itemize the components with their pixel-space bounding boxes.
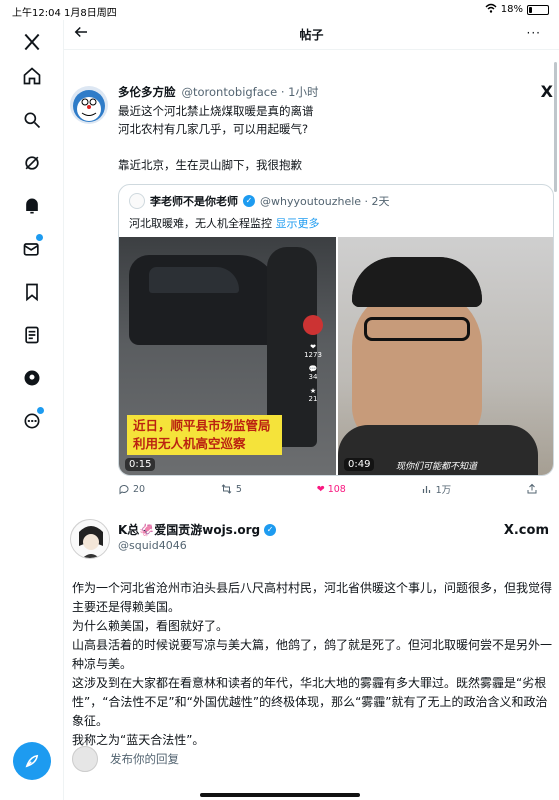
- tweet-line: 最近这个河北禁止烧煤取暖是真的离谱: [118, 104, 314, 118]
- share-icon: [527, 483, 537, 494]
- quote-header: 李老师不是你老师 ✓ @whyyoutouzhele · 2天: [129, 193, 390, 209]
- scrollbar[interactable]: [554, 62, 557, 192]
- fav-count: 21: [308, 395, 318, 403]
- avatar[interactable]: [70, 86, 108, 124]
- compose-button[interactable]: [13, 742, 51, 780]
- source-label: X.com: [503, 523, 549, 538]
- video-subtitle: 现你们可能都不知道: [396, 462, 478, 472]
- comment-count: 34: [308, 373, 318, 381]
- like-action[interactable]: ❤ 108: [317, 482, 346, 496]
- profile-icon[interactable]: [20, 366, 44, 390]
- notifications-icon[interactable]: [20, 194, 44, 218]
- page-title: 帖子: [299, 28, 324, 42]
- share-action[interactable]: [526, 482, 538, 496]
- tweet-header: 多伦多方脸 @torontobigface · 1小时: [118, 84, 318, 100]
- tweet-text: 最近这个河北禁止烧煤取暖是真的离谱 河北农村有几家几乎，可以用起暖气? 靠近北京…: [118, 102, 538, 174]
- search-icon[interactable]: [20, 108, 44, 132]
- comment-icon: 💬: [308, 365, 318, 373]
- more-badge: [37, 407, 44, 414]
- hair-top: [352, 257, 482, 307]
- post-paragraph: 作为一个河北省沧州市泊头县后八尺高村村民，河北省供暖这个事儿，问题很多，但我觉得…: [72, 581, 553, 614]
- author-name[interactable]: 多伦多方脸: [118, 84, 176, 100]
- views-action[interactable]: 1万: [421, 482, 452, 496]
- video-duration: 0:15: [125, 458, 156, 471]
- quote-avatar: [129, 193, 145, 209]
- verified-icon: ✓: [243, 195, 255, 207]
- quoted-tweet[interactable]: 李老师不是你老师 ✓ @whyyoutouzhele · 2天 河北取暖难，无人…: [118, 184, 554, 476]
- tweet-line: 靠近北京，生在灵山脚下，我很抱歉: [118, 158, 302, 172]
- verified-icon: ✓: [264, 523, 277, 536]
- show-more-link[interactable]: 显示更多: [276, 217, 320, 230]
- post-text: 作为一个河北省沧州市泊头县后八尺高村村民，河北省供暖这个事儿，问题很多，但我觉得…: [72, 579, 552, 750]
- nav-rail: [0, 20, 64, 800]
- face-image: [352, 287, 482, 447]
- post-author-name[interactable]: K总🦑爱国贡游wojs.org ✓: [118, 521, 277, 538]
- quote-author-handle: @whyyoutouzhele · 2天: [260, 195, 390, 208]
- reply-action[interactable]: 20: [118, 482, 145, 496]
- lists-icon[interactable]: [20, 323, 44, 347]
- retweet-icon: [221, 484, 232, 494]
- views-icon: [422, 486, 430, 493]
- video-thumbnail-1[interactable]: ❤ 1273 💬 34 ★ 21 近日，顺平县市场监管局 利用无人机高空巡察 0…: [119, 237, 336, 475]
- banner-line: 近日，顺平县市场监管局: [133, 418, 271, 433]
- wifi-icon: [485, 3, 497, 16]
- post-author-handle[interactable]: @squid4046: [118, 539, 187, 552]
- glasses: [364, 317, 470, 341]
- post-paragraph: 这涉及到在大家都在看意林和读者的年代，华北大地的雾霾有多大罪过。既然雾霾是“劣根…: [72, 676, 548, 728]
- post-paragraph: 为什么赖美国，看图就好了。: [72, 619, 229, 633]
- tweet-line: 河北农村有几家几乎，可以用起暖气?: [118, 122, 309, 136]
- banner-line: 利用无人机高空巡察: [133, 436, 246, 451]
- messages-icon[interactable]: [20, 234, 44, 261]
- battery-percent: 18%: [500, 4, 523, 15]
- like-count: 1273: [304, 351, 322, 359]
- battery-icon: [527, 4, 549, 15]
- bookmarks-icon[interactable]: [20, 280, 44, 304]
- reply-avatar: [72, 746, 98, 772]
- x-badge: X: [540, 82, 553, 101]
- reply-icon: [119, 484, 129, 495]
- avatar[interactable]: [70, 519, 110, 559]
- home-icon[interactable]: [20, 64, 44, 88]
- author-name: K总🦑爱国贡游wojs.org: [118, 523, 261, 537]
- author-handle[interactable]: @torontobigface · 1小时: [182, 84, 319, 100]
- home-indicator: [200, 793, 360, 797]
- x-logo-icon[interactable]: [20, 30, 44, 54]
- like-count: 108: [327, 483, 346, 495]
- grok-icon[interactable]: [20, 151, 44, 175]
- car-image: [129, 255, 279, 345]
- reply-input[interactable]: [110, 752, 490, 766]
- retweet-action[interactable]: 5: [220, 482, 242, 496]
- quote-author-name: 李老师不是你老师: [150, 195, 238, 208]
- compose-icon: [25, 754, 39, 768]
- heart-filled-icon: ❤: [316, 483, 325, 495]
- reply-count: 20: [133, 483, 146, 495]
- status-bar: 上午12:04 1月8日周四 18%: [0, 0, 559, 20]
- video-banner: 近日，顺平县市场监管局 利用无人机高空巡察: [127, 415, 282, 455]
- status-right: 18%: [485, 3, 549, 16]
- quote-text: 河北取暖难，无人机全程监控 显示更多: [129, 215, 320, 231]
- star-icon: ★: [309, 387, 317, 395]
- reply-bar: [64, 742, 559, 780]
- more-icon[interactable]: [20, 407, 44, 433]
- status-time: 上午12:04 1月8日周四: [12, 8, 117, 19]
- heart-icon: ❤: [310, 343, 316, 351]
- header-more-button[interactable]: ···: [527, 26, 541, 40]
- messages-badge: [36, 234, 43, 241]
- creator-avatar: [303, 315, 323, 335]
- quote-body: 河北取暖难，无人机全程监控: [129, 217, 272, 230]
- page-header: 帖子 ···: [64, 20, 559, 50]
- video-duration: 0:49: [344, 458, 375, 471]
- video-side-controls: ❤ 1273 💬 34 ★ 21: [302, 315, 324, 403]
- post-paragraph: 山高县活着的时候说要写凉与美大篇，他鸽了，鸽了就是死了。但河北取暖何尝不是另外一…: [72, 638, 553, 671]
- tweet-actions: 20 5 ❤ 108 1万: [118, 482, 538, 496]
- retweet-count: 5: [235, 483, 242, 495]
- view-count: 1万: [435, 485, 452, 496]
- video-thumbnail-2[interactable]: 现你们可能都不知道 0:49: [338, 237, 553, 475]
